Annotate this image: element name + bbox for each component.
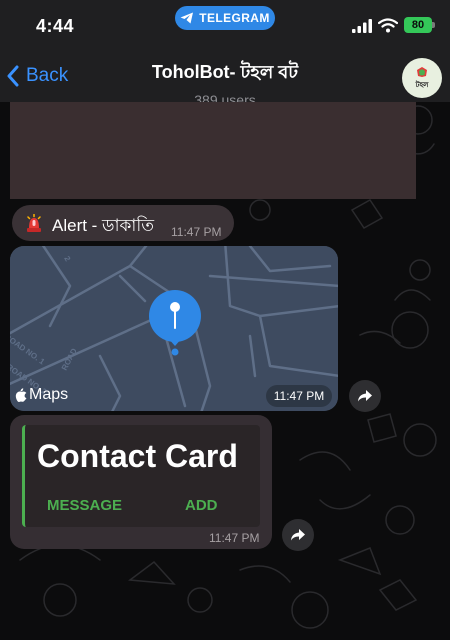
avatar[interactable]: টহল — [402, 58, 442, 98]
message-contact-button[interactable]: MESSAGE — [47, 497, 122, 514]
alert-message-time: 11:47 PM — [171, 225, 222, 239]
avatar-text: টহল — [415, 81, 429, 89]
maps-brand-label: Maps — [29, 386, 69, 403]
maps-brand: Maps — [14, 386, 68, 404]
apple-logo-icon — [15, 387, 27, 402]
chat-title-block[interactable]: ToholBot- টহল বট 389 users — [100, 58, 350, 108]
paper-plane-icon — [180, 12, 194, 24]
back-label: Back — [26, 65, 69, 86]
bot-logo-icon — [417, 66, 427, 77]
wifi-icon — [378, 18, 398, 33]
map-message-time: 11:47 PM — [266, 385, 332, 407]
chat-title: ToholBot- টহল বট — [151, 62, 299, 82]
contact-message-time: 11:47 PM — [209, 531, 260, 545]
chat-header: 4:44 TELEGRAM 80 Back ToholBot- টহল বট 3… — [0, 0, 450, 108]
battery-level: 80 — [411, 19, 425, 31]
chevron-left-icon — [7, 65, 19, 87]
status-time: 4:44 — [36, 16, 75, 36]
battery-icon: 80 — [404, 17, 432, 33]
signal-icon — [352, 19, 372, 33]
battery-tip — [432, 22, 435, 28]
add-contact-button[interactable]: ADD — [185, 497, 218, 514]
alert-message-text: Alert - ডাকাতি — [52, 216, 154, 235]
telegram-pill-label: TELEGRAM — [199, 11, 270, 25]
share-contact-button[interactable] — [282, 519, 314, 551]
share-arrow-icon — [291, 529, 305, 541]
message-bubble-previous[interactable] — [10, 102, 416, 199]
share-arrow-icon — [358, 390, 372, 402]
share-map-button[interactable] — [349, 380, 381, 412]
back-button[interactable]: Back — [6, 62, 68, 90]
siren-icon — [27, 214, 41, 232]
contact-card-title: Contact Card — [37, 438, 238, 474]
telegram-pill[interactable]: TELEGRAM — [175, 6, 275, 30]
